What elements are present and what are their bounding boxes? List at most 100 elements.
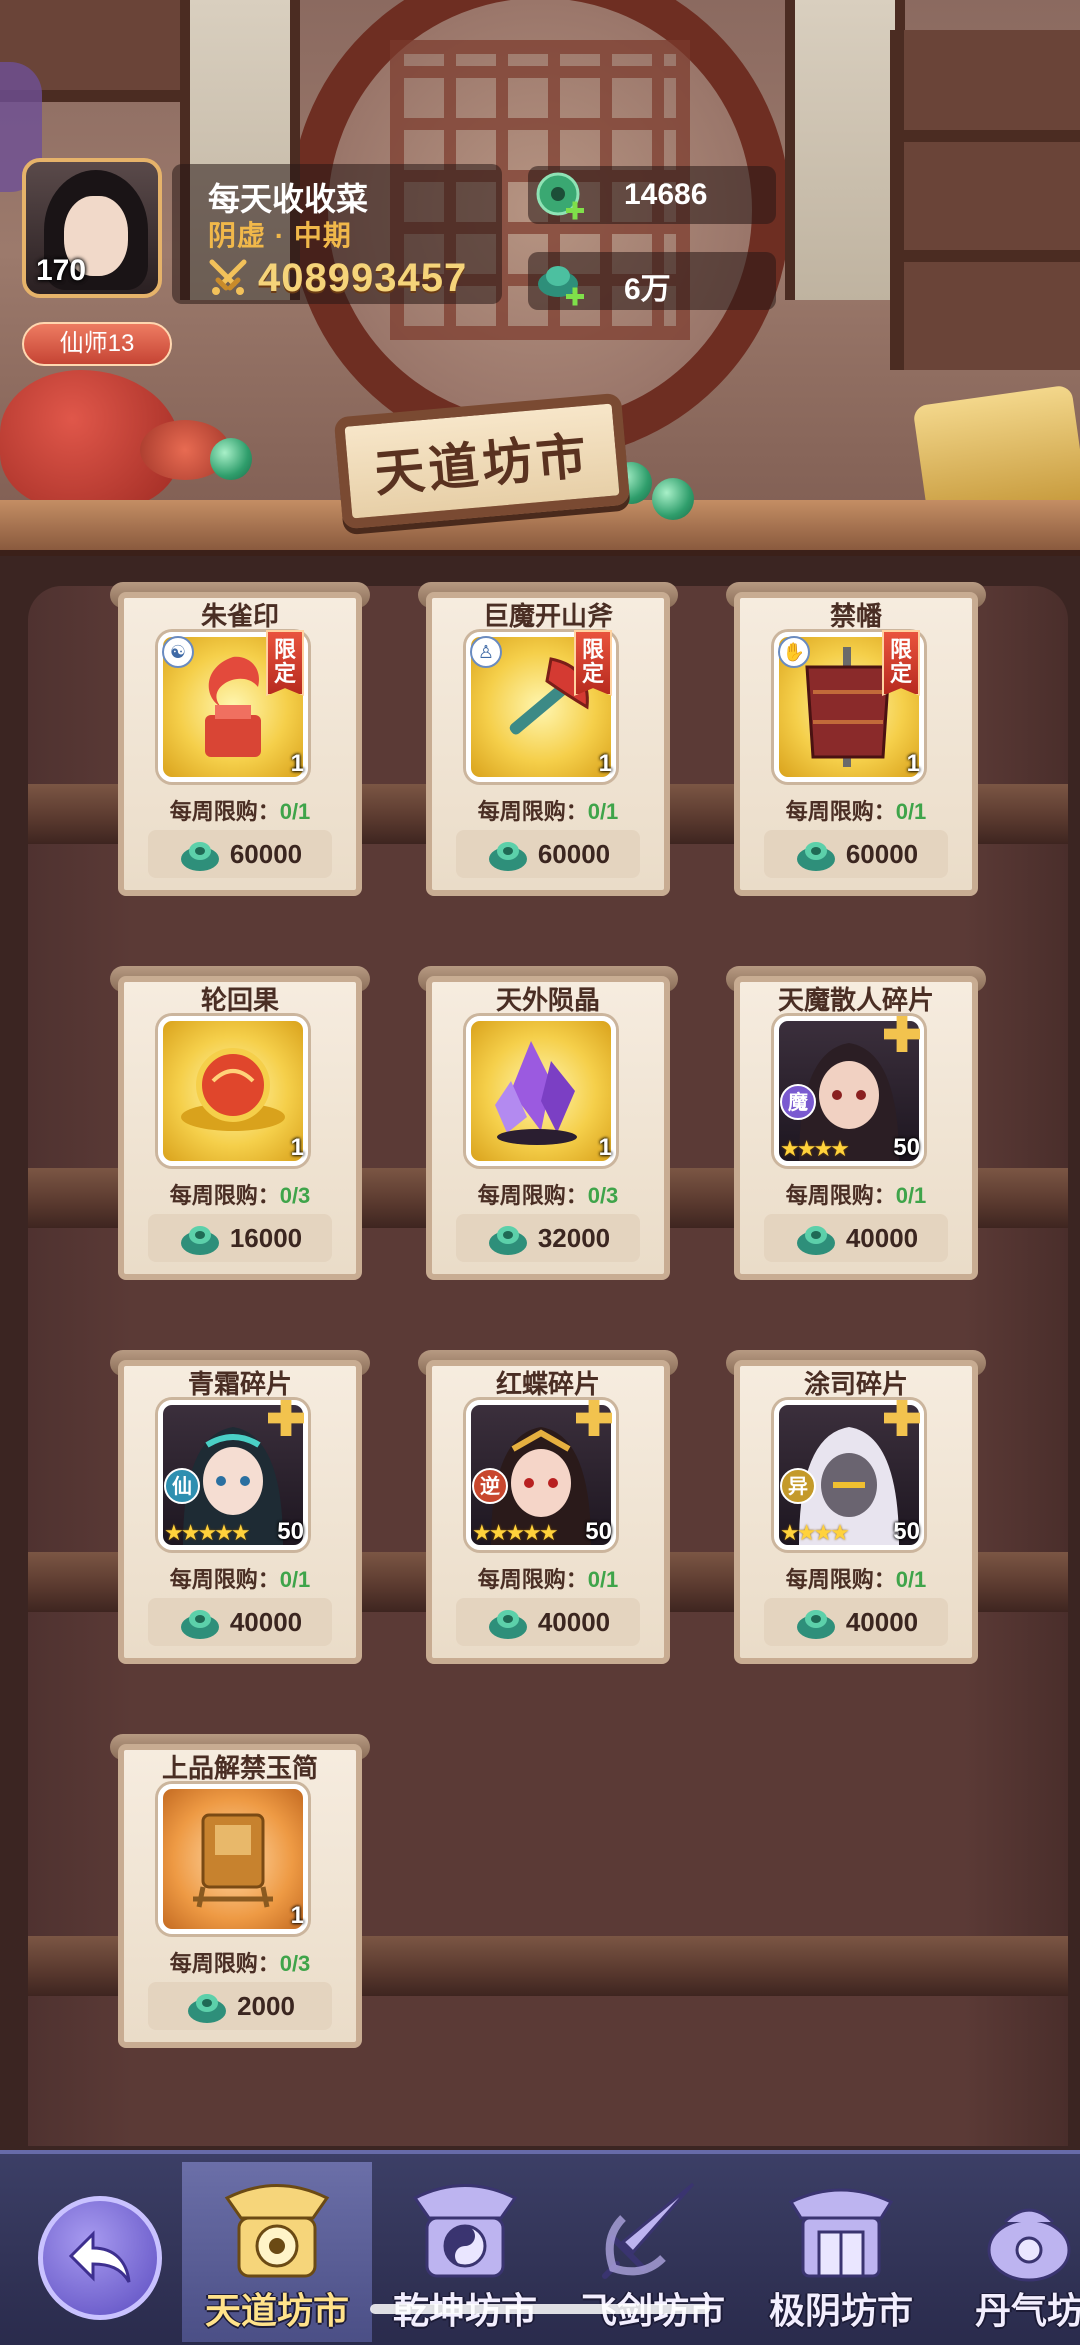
shop-item-card[interactable]: 天外陨晶 1 每周限购：0/3 32000 (418, 966, 678, 1280)
item-name: 天外陨晶 (495, 985, 600, 1015)
jade-disc-decoration (652, 478, 694, 520)
weekly-limit-label: 每周限购： (477, 799, 588, 824)
faction-badge: 魔 (780, 1084, 816, 1120)
jade-ingot-icon (180, 842, 219, 871)
currency-jade-ingot[interactable]: 6万 (528, 252, 776, 310)
weekly-limit-label: 每周限购： (169, 1567, 280, 1592)
shop-tab-bar: 天道坊市 乾坤坊市 飞剑坊市 极阴坊市 丹气 (0, 2150, 1080, 2345)
buy-button[interactable]: 60000 (764, 830, 948, 878)
item-quantity: 50 (585, 1518, 612, 1545)
jade-ingot-icon (796, 1610, 835, 1639)
buy-button[interactable]: 40000 (764, 1214, 948, 1262)
jade-ingot-icon (488, 1610, 527, 1639)
flying-sword-icon (602, 2182, 695, 2279)
weekly-limit-value: 0/1 (279, 799, 311, 824)
buy-button[interactable]: 60000 (148, 830, 332, 878)
item-price: 16000 (229, 1222, 303, 1253)
avatar[interactable]: 170 (22, 158, 162, 298)
shop-item-card[interactable]: 朱雀印 ☯ 限定 1 每周限购：0/1 60000 (110, 582, 370, 896)
weekly-limit: 每周限购：0/3 (426, 1178, 670, 1210)
currency-amount: 14686 (624, 178, 708, 211)
currency-jade-coin[interactable]: 14686 (528, 166, 776, 224)
item-quantity: 50 (893, 1518, 920, 1545)
item-price: 60000 (229, 838, 303, 869)
buy-button[interactable]: 16000 (148, 1214, 332, 1262)
back-button[interactable] (38, 2196, 162, 2320)
weekly-limit-label: 每周限购： (477, 1567, 588, 1592)
item-name: 朱雀印 (200, 601, 279, 631)
tab-danqi-market[interactable]: 丹气坊 (934, 2162, 1080, 2342)
buy-button[interactable]: 40000 (148, 1598, 332, 1646)
player-realm: 阴虚 · 中期 (208, 220, 352, 251)
currency-amount: 6万 (624, 273, 671, 306)
shop-item-card[interactable]: 上品解禁玉简 1 每周限购：0/3 2000 (110, 1734, 370, 2048)
hanging-scroll-right (785, 0, 905, 300)
elixir-furnace-icon (987, 2208, 1071, 2282)
item-name: 青霜碎片 (187, 1369, 292, 1399)
item-name: 禁幡 (829, 601, 882, 631)
weekly-limit: 每周限购：0/1 (734, 1562, 978, 1594)
back-arrow-icon (68, 2230, 131, 2283)
weekly-limit-value: 0/3 (587, 1183, 619, 1208)
crossed-swords-icon (209, 259, 247, 295)
jade-ingot-icon (796, 842, 835, 871)
home-indicator[interactable] (370, 2304, 710, 2314)
item-quantity: 1 (290, 1902, 304, 1929)
weekly-limit-label: 每周限购： (785, 799, 896, 824)
tab-tiandao-market[interactable]: 天道坊市 (182, 2162, 372, 2342)
tab-label: 极阴坊市 (768, 2290, 913, 2331)
item-price: 60000 (537, 838, 611, 869)
jade-ingot-icon (796, 1226, 835, 1255)
tab-qiankun-market[interactable]: 乾坤坊市 (370, 2162, 560, 2342)
weekly-limit-label: 每周限购： (169, 1183, 280, 1208)
jade-ingot-add-icon[interactable] (534, 256, 586, 308)
jade-ingot-icon (488, 1226, 527, 1255)
faction-badge: 异 (780, 1468, 816, 1504)
jade-coin-add-icon[interactable] (534, 170, 586, 222)
shop-item-card[interactable]: 轮回果 1 每周限购：0/3 16000 (110, 966, 370, 1280)
tab-label: 天道坊市 (204, 2290, 349, 2331)
shop-item-card[interactable]: 青霜碎片仙 ★★★★★ 50 每周限购：0/1 40000 (110, 1350, 370, 1664)
weekly-limit-value: 0/1 (587, 1567, 619, 1592)
weekly-limit: 每周限购：0/1 (426, 794, 670, 826)
title-badge[interactable]: 仙师13 (22, 322, 172, 366)
player-profile[interactable]: 170 每天收收菜 阴虚 · 中期 408993457 (22, 158, 502, 308)
jade-ingot-icon (188, 1994, 227, 2023)
shop-item-card[interactable]: 巨魔开山斧 ♙ 限定 1 每周限购：0/1 60000 (418, 582, 678, 896)
item-name: 上品解禁玉简 (161, 1753, 318, 1783)
shop-item-card[interactable]: 禁幡 ✋ 限定 1 每周限购：0/1 60000 (726, 582, 986, 896)
buy-button[interactable]: 2000 (148, 1982, 332, 2030)
weekly-limit-label: 每周限购： (169, 799, 280, 824)
tab-jiyin-market[interactable]: 极阴坊市 (746, 2162, 936, 2342)
weekly-limit: 每周限购：0/1 (426, 1562, 670, 1594)
limited-tag: 限定 (574, 630, 612, 696)
hand-icon: ✋ (778, 636, 810, 668)
person-icon: ♙ (470, 636, 502, 668)
jade-ingot-icon (180, 1610, 219, 1639)
item-price: 32000 (537, 1222, 611, 1253)
tab-feijian-market[interactable]: 飞剑坊市 (558, 2162, 748, 2342)
shop-item-card[interactable]: 红蝶碎片逆 ★★★★★ 50 每周限购：0/1 40000 (418, 1350, 678, 1664)
buy-button[interactable]: 60000 (456, 830, 640, 878)
buy-button[interactable]: 40000 (456, 1598, 640, 1646)
weekly-limit-label: 每周限购： (169, 1951, 280, 1976)
item-price: 40000 (537, 1606, 611, 1637)
item-name: 天魔散人碎片 (777, 985, 934, 1015)
item-quantity: 50 (277, 1518, 304, 1545)
buy-button[interactable]: 40000 (764, 1598, 948, 1646)
shop-item-card[interactable]: 天魔散人碎片魔 ★★★★ 50 每周限购：0/1 40000 (726, 966, 986, 1280)
buy-button[interactable]: 32000 (456, 1214, 640, 1262)
star-rating: ★★★★★ (164, 1520, 251, 1545)
star-rating: ★★★★ (780, 1520, 850, 1545)
star-rating: ★★★★★ (472, 1520, 559, 1545)
item-price: 40000 (845, 1222, 919, 1253)
weekly-limit: 每周限购：0/1 (734, 1178, 978, 1210)
shop-item-card[interactable]: 涂司碎片异 ★★★★ 50 每周限购：0/1 40000 (726, 1350, 986, 1664)
yin-yang-icon: ☯ (162, 636, 194, 668)
item-price: 40000 (229, 1606, 303, 1637)
item-quantity: 1 (598, 750, 612, 777)
tab-label: 丹气坊 (974, 2290, 1080, 2331)
limited-tag: 限定 (266, 630, 304, 696)
pagoda-eye-icon (224, 2184, 330, 2278)
jade-ingot-icon (488, 842, 527, 871)
